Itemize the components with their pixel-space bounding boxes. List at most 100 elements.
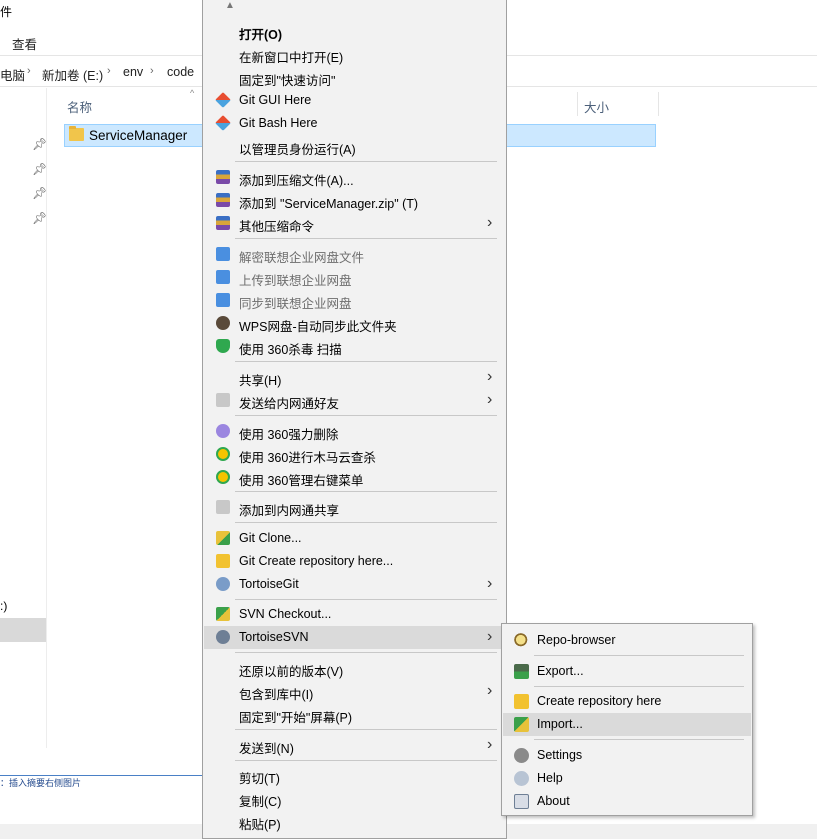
menu-item-add-archive[interactable]: 添加到压缩文件(A)... (204, 166, 505, 189)
menu-separator (235, 652, 497, 653)
menu-item-decrypt-lenovo: 解密联想企业网盘文件 (204, 243, 505, 266)
menu-item-run-as-admin[interactable]: 以管理员身份运行(A) (204, 135, 505, 158)
submenu-item-about[interactable]: About (503, 790, 751, 813)
git-create-repo-icon (216, 554, 230, 568)
pin-icon[interactable]: 📌︎ (32, 162, 47, 176)
tortoisesvn-submenu: Repo-browser Export... Create repository… (501, 623, 753, 816)
menu-item-360-force-delete[interactable]: 使用 360强力删除 (204, 420, 505, 443)
folder-icon (69, 126, 84, 141)
menu-separator (534, 686, 744, 687)
about-icon (514, 794, 529, 809)
chevron-right-icon: › (487, 391, 493, 408)
menu-item-label: TortoiseSVN (239, 630, 309, 644)
menu-item-pin-start[interactable]: 固定到"开始"屏幕(P) (204, 703, 505, 726)
menu-separator (235, 599, 497, 600)
menu-item-360-scan[interactable]: 使用 360杀毒 扫描 (204, 335, 505, 358)
pin-icon[interactable]: 📌︎ (32, 211, 47, 225)
menu-item-label: 粘贴(P) (239, 818, 281, 832)
menu-item-label: 添加到 "ServiceManager.zip" (T) (239, 197, 419, 211)
menu-item-add-intranet-share[interactable]: 添加到内网通共享 (204, 496, 505, 519)
menu-item-label: Git Bash Here (239, 116, 318, 130)
menu-item-label: 解密联想企业网盘文件 (239, 251, 365, 265)
360-shield-icon (216, 339, 230, 353)
menu-item-label: 发送给内网通好友 (239, 397, 340, 411)
menu-item-label: Git GUI Here (239, 93, 312, 107)
menu-item-other-compress[interactable]: 其他压缩命令 › (204, 212, 505, 235)
chevron-right-icon: › (487, 736, 493, 753)
submenu-item-import[interactable]: Import... (503, 713, 751, 736)
menu-item-git-gui[interactable]: Git GUI Here (204, 89, 505, 112)
nav-item-selected[interactable] (0, 618, 46, 642)
breadcrumb-item[interactable]: env (123, 65, 143, 79)
menu-item-label: Git Create repository here... (239, 554, 394, 568)
menu-item-include-library[interactable]: 包含到库中(I) › (204, 680, 505, 703)
column-divider[interactable] (577, 92, 578, 116)
submenu-item-settings[interactable]: Settings (503, 744, 751, 767)
submenu-item-label: Settings (537, 748, 583, 762)
menu-item-send-intranet-friend[interactable]: 发送给内网通好友 › (204, 389, 505, 412)
breadcrumb-item[interactable]: 新加卷 (E:) (42, 65, 103, 84)
360-scan-icon (216, 470, 230, 484)
menu-item-cut[interactable]: 剪切(T) (204, 764, 505, 787)
menu-item-open-new-window[interactable]: 在新窗口中打开(E) (204, 43, 505, 66)
menu-item-label: 剪切(T) (239, 772, 280, 786)
settings-icon (514, 748, 529, 763)
menu-item-restore-versions[interactable]: 还原以前的版本(V) (204, 657, 505, 680)
archive-icon (216, 216, 230, 230)
menu-item-pin-quick-access[interactable]: 固定到"快速访问" (204, 66, 505, 89)
menu-item-label: 还原以前的版本(V) (239, 665, 344, 679)
submenu-item-help[interactable]: Help (503, 767, 751, 790)
svn-checkout-icon (216, 607, 230, 621)
menu-separator (235, 729, 497, 730)
menu-item-send-to[interactable]: 发送到(N) › (204, 734, 505, 757)
menu-item-git-clone[interactable]: Git Clone... (204, 527, 505, 550)
menu-item-git-create-repo[interactable]: Git Create repository here... (204, 550, 505, 573)
help-icon (514, 771, 529, 786)
chevron-right-icon: › (487, 575, 493, 592)
menu-item-label: 添加到内网通共享 (239, 504, 340, 518)
menu-item-360-manage-menu[interactable]: 使用 360管理右键菜单 (204, 466, 505, 489)
menu-item-share[interactable]: 共享(H) › (204, 366, 505, 389)
chevron-right-icon: › (487, 682, 493, 699)
git-icon (215, 92, 231, 108)
menu-item-wps-sync[interactable]: WPS网盘-自动同步此文件夹 (204, 312, 505, 335)
submenu-item-repo-browser[interactable]: Repo-browser (503, 629, 751, 652)
file-name[interactable]: ServiceManager (89, 128, 187, 143)
menu-item-open[interactable]: 打开(O) (204, 20, 505, 43)
intranet-icon (216, 393, 230, 407)
breadcrumb-item[interactable]: code (167, 65, 194, 79)
repo-browser-icon (514, 633, 529, 648)
tortoisesvn-icon (216, 630, 230, 644)
column-header-size[interactable]: 大小 (584, 97, 609, 116)
menu-separator (235, 491, 497, 492)
submenu-item-export[interactable]: Export... (503, 660, 751, 683)
pin-icon[interactable]: 📌︎ (32, 186, 47, 200)
scroll-up-icon[interactable]: ▲ (225, 0, 235, 11)
ribbon-tab-partial[interactable]: 件 (0, 3, 12, 20)
menu-item-add-zip[interactable]: 添加到 "ServiceManager.zip" (T) (204, 189, 505, 212)
menu-item-svn-checkout[interactable]: SVN Checkout... (204, 603, 505, 626)
menu-item-360-trojan-scan[interactable]: 使用 360进行木马云查杀 (204, 443, 505, 466)
nav-drive-item[interactable]: :) (0, 599, 7, 613)
menu-separator (235, 238, 497, 239)
menu-item-paste[interactable]: 粘贴(P) (204, 810, 505, 833)
menu-item-label: 使用 360进行木马云查杀 (239, 451, 376, 465)
menu-item-label: 添加到压缩文件(A)... (239, 174, 354, 188)
breadcrumb-item[interactable]: 电脑 (0, 65, 25, 84)
menu-item-label: 共享(H) (239, 374, 282, 388)
menu-item-tortoisesvn[interactable]: TortoiseSVN › (204, 626, 505, 649)
pin-icon[interactable]: 📌︎ (32, 137, 47, 151)
menu-separator (235, 415, 497, 416)
menu-item-copy[interactable]: 复制(C) (204, 787, 505, 810)
column-header-name[interactable]: 名称 (67, 97, 92, 116)
chevron-right-icon: › (487, 368, 493, 385)
column-divider[interactable] (658, 92, 659, 116)
menu-item-label: 固定到"开始"屏幕(P) (239, 711, 353, 725)
chevron-right-icon: › (487, 628, 493, 645)
submenu-item-create-repository[interactable]: Create repository here (503, 690, 751, 713)
menu-item-label: 固定到"快速访问" (239, 74, 336, 88)
menu-item-label: 复制(C) (239, 795, 282, 809)
menu-item-git-bash[interactable]: Git Bash Here (204, 112, 505, 135)
tab-view[interactable]: 查看 (12, 34, 37, 53)
menu-item-tortoisegit[interactable]: TortoiseGit › (204, 573, 505, 596)
